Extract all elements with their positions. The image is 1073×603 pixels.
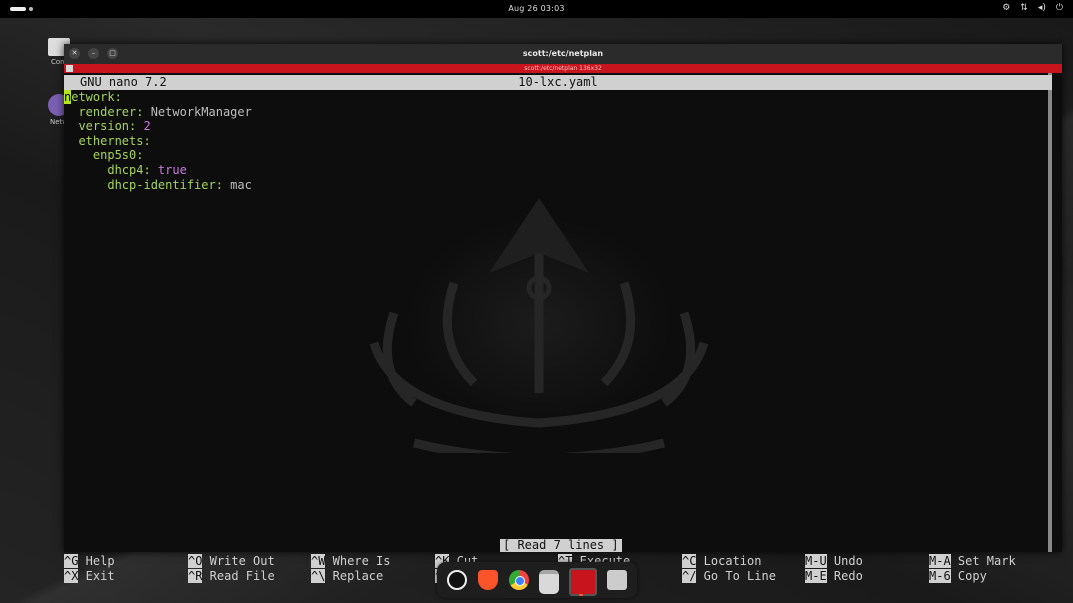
shortcut-label: Write Out [202,554,275,568]
shortcut-label: Copy [950,568,987,583]
shortcut-label: Location [696,554,762,568]
shortcut-label: Exit [78,568,115,583]
terminal-content[interactable]: GNU nano 7.2 10-lxc.yaml network: render… [64,73,1054,583]
nano-filename: 10-lxc.yaml [518,75,598,89]
shortcut-label: Where Is [325,554,391,568]
shortcut-key: M-U [805,554,827,568]
terminal-menu-icon[interactable] [66,65,73,72]
editor-buffer[interactable]: network: renderer: NetworkManager versio… [64,90,252,192]
code-line: version: 2 [64,119,252,134]
shortcut-label: Go To Line [696,568,776,583]
code-line: dhcp4: true [64,163,252,178]
code-token: version: [64,119,144,134]
terminal-subtitle: scott:/etc/netplan 136x32 [524,65,602,72]
shortcut-redo: M-E Redo [805,568,863,584]
brave-icon[interactable] [478,570,498,590]
shortcut-key: M-E [805,568,827,583]
shortcut-key: ^\ [311,568,326,583]
trash-icon[interactable] [607,570,627,590]
shortcut-key: M-6 [929,568,951,583]
shortcut-key: ^R [188,568,203,583]
running-indicator [579,594,583,596]
shortcut-label: Redo [826,568,863,583]
code-token: mac [230,177,252,192]
shortcut-exit: ^X Exit [64,568,115,584]
code-token: etwork: [71,90,122,104]
shortcut-key: ^G [64,554,79,568]
shortcut-replace: ^\ Replace [311,568,384,584]
shortcut-label: Set Mark [950,554,1016,568]
code-line: network: [64,90,252,105]
terminal-icon[interactable] [569,568,597,596]
network-icon[interactable]: ⇅ [1020,3,1028,13]
shortcut-help: ^G Help [64,554,115,569]
nano-header: GNU nano 7.2 10-lxc.yaml [64,75,1052,90]
shortcut-write-out: ^O Write Out [188,554,275,569]
chrome-icon[interactable] [509,570,529,590]
shortcut-key: ^C [682,554,697,568]
code-token: dhcp-identifier: [64,177,231,192]
window-titlebar[interactable]: ✕ – □ scott:/etc/netplan [64,44,1062,64]
code-line: dhcp-identifier: mac [64,178,252,193]
code-token: NetworkManager [150,104,252,119]
shortcut-set-mark: M-A Set Mark [929,554,1016,569]
shortcut-label: Help [78,554,115,568]
code-line: renderer: NetworkManager [64,104,252,120]
dock [437,562,637,598]
volume-icon[interactable]: ◂) [1038,3,1046,13]
system-tray[interactable]: ⚙ ⇅ ◂) ⏻ [1002,3,1063,13]
code-token: 2 [143,119,151,134]
terminal-title-bar: scott:/etc/netplan 136x32 [64,64,1062,73]
power-icon[interactable]: ⏻ [1056,3,1063,13]
shortcut-go-to-line: ^/ Go To Line [682,568,776,584]
files-icon[interactable] [539,570,559,594]
code-line: enp5s0: [64,148,252,163]
code-token: renderer: [64,104,151,119]
shortcut-label: Replace [325,568,384,583]
terminal-scrollbar[interactable] [1048,73,1052,552]
terminal-window[interactable]: ✕ – □ scott:/etc/netplan scott:/etc/netp… [64,44,1062,583]
shortcut-where-is: ^W Where Is [311,554,390,569]
nano-status-message: [ Read 7 lines ] [500,539,622,552]
code-token: enp5s0: [64,148,144,163]
ubuntu-icon[interactable] [447,570,467,590]
code-line: ethernets: [64,134,252,149]
shortcut-label: Undo [826,554,863,568]
shortcut-read-file: ^R Read File [188,568,275,584]
shortcut-key: ^/ [682,568,697,583]
shortcut-key: ^O [188,554,203,568]
code-token: ethernets: [64,133,151,148]
power-profile-icon[interactable]: ⚙ [1002,3,1010,13]
code-token: dhcp4: [64,162,158,177]
shortcut-key: M-A [929,554,951,568]
shortcut-copy: M-6 Copy [929,568,987,584]
shortcut-key: ^X [64,568,79,583]
crown-watermark-icon [369,198,709,453]
code-token: true [157,162,187,177]
top-bar: Aug 26 03:03 ⚙ ⇅ ◂) ⏻ [0,0,1073,18]
window-title: scott:/etc/netplan [522,49,604,58]
shortcut-location: ^C Location [682,554,761,569]
shortcut-label: Read File [202,568,275,583]
shortcut-undo: M-U Undo [805,554,863,569]
clock[interactable]: Aug 26 03:03 [0,4,1073,13]
shortcut-key: ^W [311,554,326,568]
